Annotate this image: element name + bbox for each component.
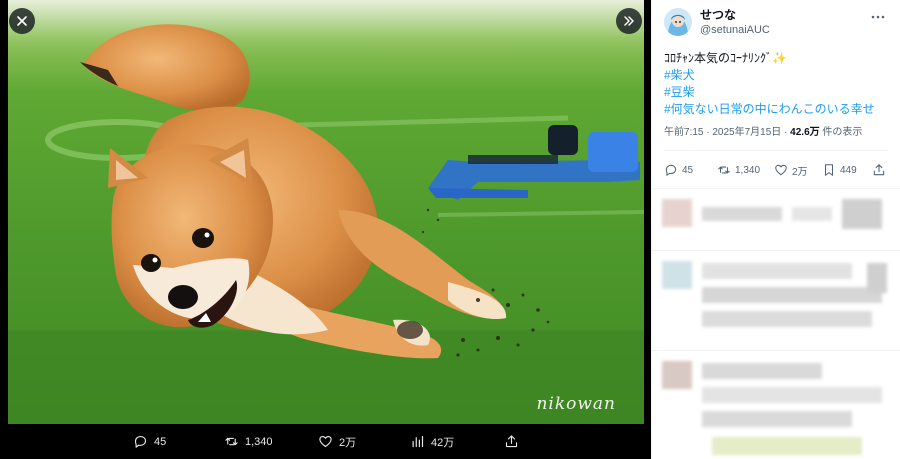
retweet-icon xyxy=(718,166,730,174)
sparkle-emoji: ✨ xyxy=(772,51,787,65)
bookmark-icon xyxy=(824,164,834,176)
retweet-button[interactable]: 1,340 xyxy=(717,163,774,177)
like-button[interactable]: 2万 xyxy=(774,163,822,178)
viewer-share-button[interactable] xyxy=(504,424,519,459)
tweet-stats-bar: 45 1,340 2万 449 xyxy=(664,151,888,189)
more-options-button[interactable] xyxy=(868,8,888,26)
tweet-photo[interactable]: nikowan xyxy=(8,0,644,424)
viewer-retweet-button[interactable]: 1,340 xyxy=(224,424,273,459)
hashtag-happiness[interactable]: #何気ない日常の中にわんこのいる幸せ xyxy=(664,101,888,118)
tweet-view-count: 42.6万 xyxy=(790,127,820,138)
viewer-like-button[interactable]: 2万 xyxy=(318,424,356,459)
retweet-icon xyxy=(225,437,238,446)
bookmark-count: 449 xyxy=(840,164,857,176)
expand-icon xyxy=(624,16,634,26)
author-names: せつな @setunaiAUC xyxy=(700,8,770,38)
reply-count: 45 xyxy=(682,164,694,176)
tweet-author: せつな @setunaiAUC xyxy=(664,8,888,40)
media-action-bar: 45 1,340 2万 42万 xyxy=(0,424,651,459)
tweet-timestamp[interactable]: 午前7:15 · 2025年7月15日 · xyxy=(664,127,790,138)
reply-icon xyxy=(665,164,677,176)
bookmark-button[interactable]: 449 xyxy=(822,163,872,177)
hashtag-mameshiba[interactable]: #豆柴 xyxy=(664,84,888,101)
media-viewer: nikowan 45 1,340 2万 42万 xyxy=(0,0,651,459)
replies-list xyxy=(652,188,900,459)
close-button[interactable] xyxy=(9,8,35,34)
reply-item[interactable] xyxy=(652,250,900,350)
retweet-count: 1,340 xyxy=(735,164,761,176)
avatar-image xyxy=(664,8,692,36)
view-suffix: 件の表示 xyxy=(819,127,863,138)
author-handle[interactable]: @setunaiAUC xyxy=(700,23,770,38)
tweet-meta: 午前7:15 · 2025年7月15日 · 42.6万 件の表示 xyxy=(664,126,888,140)
photo-watermark: nikowan xyxy=(536,394,616,414)
tweet: せつな @setunaiAUC ｺﾛﾁｬﾝ本気のｺｰﾅﾘﾝｸﾞ✨ #柴犬 #豆柴… xyxy=(652,0,900,189)
hashtag-shiba[interactable]: #柴犬 xyxy=(664,67,888,84)
tweet-detail-panel: せつな @setunaiAUC ｺﾛﾁｬﾝ本気のｺｰﾅﾘﾝｸﾞ✨ #柴犬 #豆柴… xyxy=(651,0,900,459)
expand-panel-button[interactable] xyxy=(616,8,642,34)
viewer-views-button[interactable]: 42万 xyxy=(410,424,454,459)
viewer-views-count: 42万 xyxy=(431,436,455,449)
like-icon xyxy=(775,164,787,176)
reply-icon xyxy=(134,435,147,448)
share-icon xyxy=(505,435,518,448)
avatar[interactable] xyxy=(664,8,692,36)
like-count: 2万 xyxy=(792,166,808,178)
sprinkler xyxy=(428,125,640,200)
viewer-reply-button[interactable]: 45 xyxy=(133,424,166,459)
share-button[interactable] xyxy=(872,163,886,177)
like-icon xyxy=(319,435,332,448)
tweet-main-text: ｺﾛﾁｬﾝ本気のｺｰﾅﾘﾝｸﾞ xyxy=(664,51,773,65)
media-viewer-app: nikowan 45 1,340 2万 42万 せつな @setunaiAUC … xyxy=(0,0,900,459)
shiba-inu-photo xyxy=(8,0,644,424)
reply-item[interactable] xyxy=(652,350,900,459)
views-icon xyxy=(412,435,424,448)
tweet-text: ｺﾛﾁｬﾝ本気のｺｰﾅﾘﾝｸﾞ✨ #柴犬 #豆柴 #何気ない日常の中にわんこのい… xyxy=(664,50,888,118)
more-icon xyxy=(871,15,885,19)
tweet-text-line: ｺﾛﾁｬﾝ本気のｺｰﾅﾘﾝｸﾞ✨ xyxy=(664,50,888,67)
author-display-name[interactable]: せつな xyxy=(700,8,770,23)
viewer-reply-count: 45 xyxy=(154,435,167,448)
close-icon xyxy=(17,16,27,26)
reply-button[interactable]: 45 xyxy=(664,163,717,177)
share-icon xyxy=(873,164,885,176)
viewer-retweet-count: 1,340 xyxy=(245,435,273,448)
viewer-like-count: 2万 xyxy=(339,436,357,449)
reply-item[interactable] xyxy=(652,188,900,250)
